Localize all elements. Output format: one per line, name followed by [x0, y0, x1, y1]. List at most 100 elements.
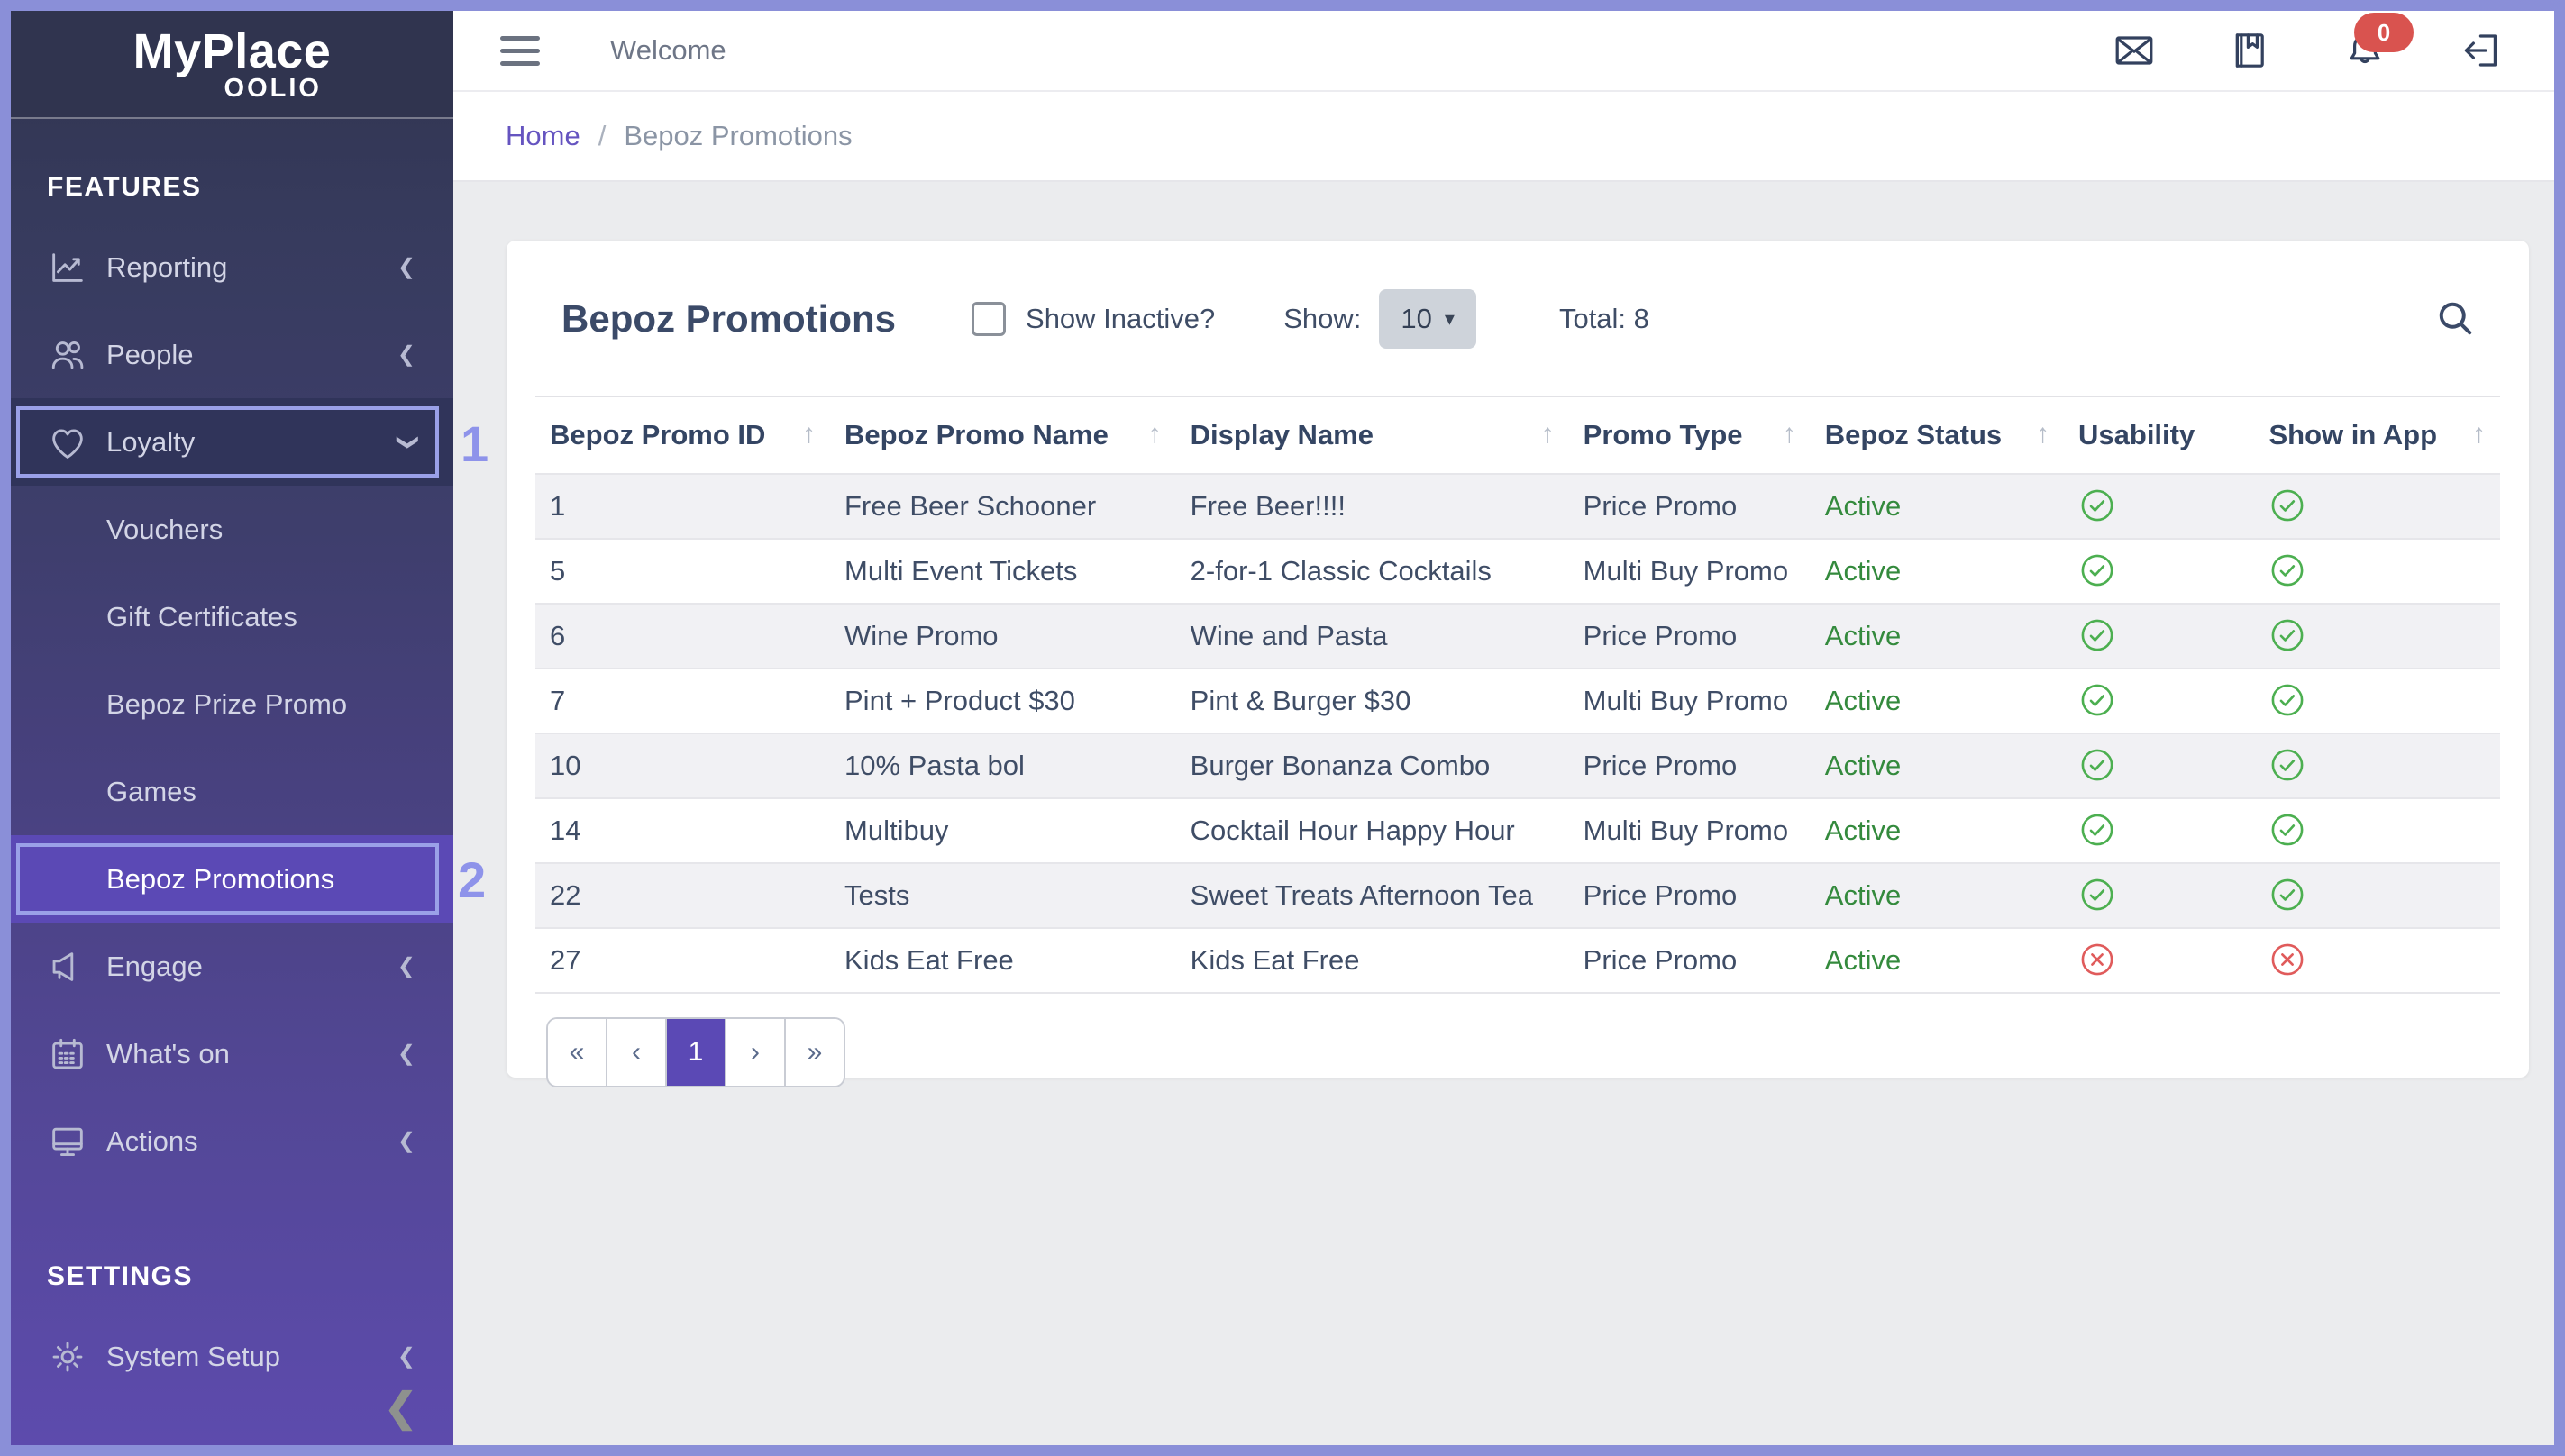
sidebar-item-people[interactable]: People ❮ [11, 311, 453, 398]
sidebar-item-label: Vouchers [47, 514, 415, 546]
chevron-left-icon: ❮ [397, 1346, 415, 1368]
breadcrumb-home-link[interactable]: Home [506, 120, 580, 152]
cell-status: Active [1811, 604, 2064, 669]
sidebar: MyPlace OOLIO FEATURES Reporting ❮ Peopl… [11, 11, 453, 1445]
table-row[interactable]: 7Pint + Product $30Pint & Burger $30Mult… [535, 669, 2500, 733]
app-window: MyPlace OOLIO FEATURES Reporting ❮ Peopl… [11, 11, 2554, 1445]
heart-icon [47, 422, 106, 463]
table-row[interactable]: 1010% Pasta bolBurger Bonanza ComboPrice… [535, 733, 2500, 798]
column-header[interactable]: Display Name↑ [1176, 396, 1569, 474]
pagination-prev-button[interactable]: ‹ [606, 1019, 665, 1086]
welcome-text: Welcome [610, 34, 726, 67]
pagination-page-1-button[interactable]: 1 [665, 1019, 725, 1086]
check-circle-icon [2064, 474, 2254, 539]
cell-name: Tests [830, 863, 1176, 928]
page-content: Bepoz Promotions Show Inactive? Show: 10… [453, 182, 2554, 1445]
cell-status: Active [1811, 928, 2064, 993]
sidebar-collapse-icon[interactable]: ❮ [384, 1385, 417, 1431]
annotation-label-2: 2 [458, 851, 486, 909]
sidebar-item-reporting[interactable]: Reporting ❮ [11, 223, 453, 311]
cell-status: Active [1811, 798, 2064, 863]
sidebar-item-games[interactable]: Games [11, 748, 453, 835]
logout-icon[interactable] [2459, 29, 2502, 72]
check-circle-icon [2064, 798, 2254, 863]
chart-line-icon [47, 247, 106, 288]
column-header: Usability [2064, 396, 2254, 474]
cell-status: Active [1811, 863, 2064, 928]
pagination: « ‹ 1 › » [546, 1017, 845, 1087]
sidebar-item-gift-certificates[interactable]: Gift Certificates [11, 573, 453, 660]
card-header: Bepoz Promotions Show Inactive? Show: 10… [507, 241, 2529, 396]
pagination-last-button[interactable]: » [784, 1019, 844, 1086]
breadcrumb-separator: / [598, 120, 607, 152]
cell-promo_type: Price Promo [1569, 863, 1811, 928]
topbar: Welcome 0 [453, 11, 2554, 92]
check-circle-icon [2064, 733, 2254, 798]
cell-name: Multi Event Tickets [830, 539, 1176, 604]
annotation-label-1: 1 [461, 414, 488, 473]
page-size-dropdown[interactable]: 10 ▾ [1379, 289, 1476, 349]
cell-display_name: Free Beer!!!! [1176, 474, 1569, 539]
cell-id: 22 [535, 863, 830, 928]
table-row[interactable]: 27Kids Eat FreeKids Eat FreePrice PromoA… [535, 928, 2500, 993]
settings-heading: SETTINGS [11, 1260, 453, 1293]
bell-icon[interactable]: 0 [2343, 29, 2387, 72]
table-row[interactable]: 6Wine PromoWine and PastaPrice PromoActi… [535, 604, 2500, 669]
mail-icon[interactable] [2113, 29, 2156, 72]
table-row[interactable]: 5Multi Event Tickets2-for-1 Classic Cock… [535, 539, 2500, 604]
column-header[interactable]: Bepoz Status↑ [1811, 396, 2064, 474]
hamburger-menu-icon[interactable] [500, 36, 540, 66]
breadcrumb: Home / Bepoz Promotions [453, 92, 2554, 182]
sidebar-item-engage[interactable]: Engage ❮ [11, 923, 453, 1010]
table-row[interactable]: 22TestsSweet Treats Afternoon TeaPrice P… [535, 863, 2500, 928]
column-header[interactable]: Show in App↑ [2254, 396, 2500, 474]
show-inactive-control: Show Inactive? [972, 302, 1215, 336]
sidebar-item-bepoz-prize-promo[interactable]: Bepoz Prize Promo [11, 660, 453, 748]
search-icon[interactable] [2433, 296, 2478, 341]
check-circle-icon [2254, 669, 2500, 733]
sort-arrow-icon: ↑ [2472, 419, 2486, 450]
column-header[interactable]: Bepoz Promo ID↑ [535, 396, 830, 474]
status-text: Active [1825, 490, 1901, 522]
cell-name: Multibuy [830, 798, 1176, 863]
sidebar-item-bepoz-promotions[interactable]: Bepoz Promotions [11, 835, 453, 923]
chevron-left-icon: ❮ [397, 956, 415, 978]
page-title: Bepoz Promotions [561, 297, 896, 341]
cell-id: 5 [535, 539, 830, 604]
show-inactive-checkbox[interactable] [972, 302, 1006, 336]
check-circle-icon [2064, 539, 2254, 604]
check-circle-icon [2254, 604, 2500, 669]
sidebar-item-label: Bepoz Prize Promo [47, 688, 415, 721]
table-row[interactable]: 1Free Beer SchoonerFree Beer!!!!Price Pr… [535, 474, 2500, 539]
pagination-first-button[interactable]: « [548, 1019, 606, 1086]
cell-promo_type: Price Promo [1569, 604, 1811, 669]
pagination-next-button[interactable]: › [725, 1019, 784, 1086]
cell-promo_type: Price Promo [1569, 474, 1811, 539]
column-header[interactable]: Promo Type↑ [1569, 396, 1811, 474]
sort-arrow-icon: ↑ [1148, 419, 1162, 450]
column-header[interactable]: Bepoz Promo Name↑ [830, 396, 1176, 474]
cell-status: Active [1811, 733, 2064, 798]
cell-id: 14 [535, 798, 830, 863]
sidebar-item-vouchers[interactable]: Vouchers [11, 486, 453, 573]
sidebar-item-label: Bepoz Promotions [47, 863, 415, 896]
status-text: Active [1825, 944, 1901, 976]
sidebar-item-loyalty[interactable]: Loyalty ❮ [11, 398, 453, 486]
table-row[interactable]: 14MultibuyCocktail Hour Happy HourMulti … [535, 798, 2500, 863]
page-size-value: 10 [1401, 303, 1431, 335]
logo: MyPlace OOLIO [11, 11, 453, 119]
check-circle-icon [2254, 539, 2500, 604]
sidebar-item-whats-on[interactable]: What's on ❮ [11, 1010, 453, 1097]
check-circle-icon [2254, 798, 2500, 863]
cell-id: 7 [535, 669, 830, 733]
logo-title: MyPlace [11, 26, 453, 77]
sidebar-item-actions[interactable]: Actions ❮ [11, 1097, 453, 1185]
sidebar-item-label: People [106, 339, 397, 371]
topbar-icons: 0 [2113, 29, 2502, 72]
promotions-table-wrap: Bepoz Promo ID↑Bepoz Promo Name↑Display … [507, 396, 2529, 994]
check-circle-icon [2064, 669, 2254, 733]
book-icon[interactable] [2228, 29, 2271, 72]
cell-name: 10% Pasta bol [830, 733, 1176, 798]
features-heading: FEATURES [11, 171, 453, 204]
cell-id: 6 [535, 604, 830, 669]
